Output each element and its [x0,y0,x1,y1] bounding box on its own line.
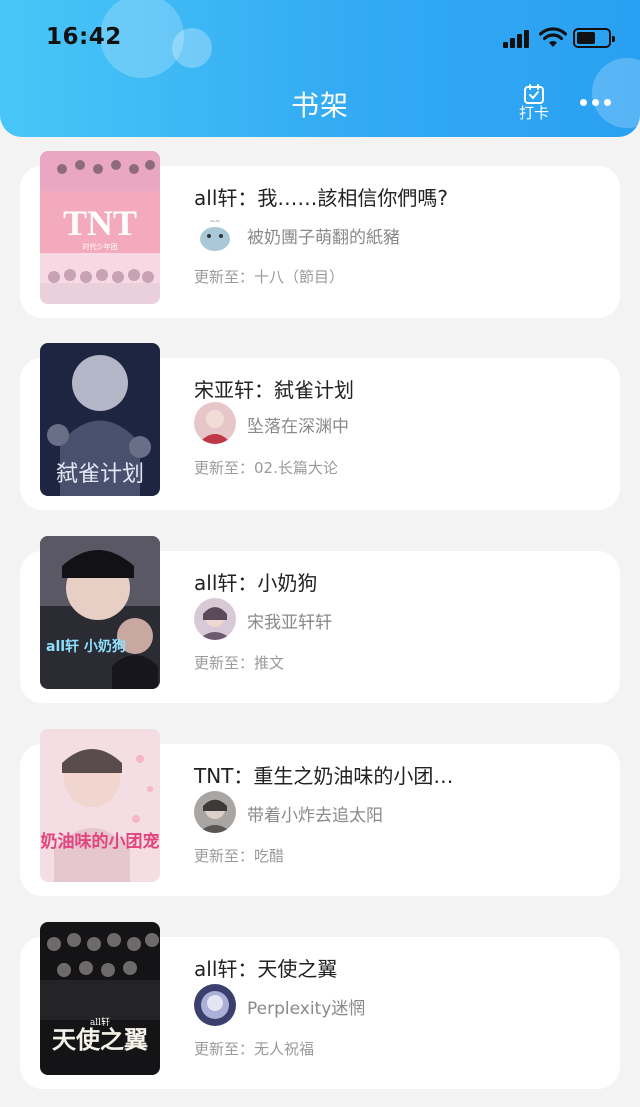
wifi-icon [539,27,567,47]
cover-image: 奶油味的小团宠 [40,729,160,882]
book-title[interactable]: all轩：小奶狗 [194,567,317,596]
author-avatar [194,791,236,833]
decor-bubble [172,28,212,68]
more-dots-icon[interactable] [578,92,614,112]
author-name: 被奶團子萌翻的紙豬 [247,228,400,248]
cover-text: 奶油味的小团宠 [41,831,160,852]
update-prefix: 更新至： [194,459,255,477]
book-cover[interactable]: TNT 时代少年团 [40,151,160,304]
author-name: 坠落在深渊中 [247,417,349,437]
book-cover[interactable]: all轩 天使之翼 [40,922,160,1075]
update-prefix: 更新至： [194,1040,255,1058]
author-avatar [194,598,236,640]
book-title[interactable]: TNT：重生之奶油味的小团… [194,760,453,789]
book-title[interactable]: all轩：我……該相信你們嗎? [194,182,448,211]
update-info: 更新至：十八（節目） [194,266,344,287]
status-time: 16:42 [46,24,122,50]
status-icons [503,26,615,52]
author-avatar [194,402,236,444]
author-name: Perplexity迷惘 [247,999,366,1019]
update-info: 更新至：推文 [194,652,284,673]
update-prefix: 更新至： [194,847,255,865]
book-cover[interactable]: 弑雀计划 [40,343,160,496]
checkin-button[interactable]: 打卡 [510,84,558,124]
signal-icon [503,30,533,48]
book-title[interactable]: all轩：天使之翼 [194,953,337,982]
update-chapter: 02.长篇大论 [254,459,338,477]
book-cover[interactable]: 奶油味的小团宠 [40,729,160,882]
battery-icon [573,28,615,48]
update-chapter: 推文 [254,654,285,672]
update-prefix: 更新至： [194,654,255,672]
cover-text: TNT [63,203,137,243]
cover-image: 弑雀计划 [40,343,160,496]
author-avatar [194,984,236,1026]
calendar-check-icon [524,84,544,104]
author-name: 宋我亚轩轩 [247,613,332,633]
update-info: 更新至：无人祝福 [194,1038,314,1059]
cover-text: 弑雀计划 [56,462,144,487]
book-title[interactable]: 宋亚轩：弑雀计划 [194,374,354,403]
author-name: 带着小炸去追太阳 [247,806,383,826]
cover-image: all轩 天使之翼 [40,922,160,1075]
update-info: 更新至：吃醋 [194,845,284,866]
cover-image: TNT 时代少年团 [40,151,160,304]
cover-image: all轩 小奶狗 [40,536,160,689]
cover-text: all轩 小奶狗 [46,638,126,655]
svg-text:~~: ~~ [210,218,220,225]
cover-text: 天使之翼 [52,1025,148,1054]
cover-subtext: 时代少年团 [83,242,118,251]
update-info: 更新至：02.长篇大论 [194,457,338,478]
book-cover[interactable]: all轩 小奶狗 [40,536,160,689]
author-avatar: ~~ [194,213,236,255]
update-chapter: 十八（節目） [254,268,345,286]
update-prefix: 更新至： [194,268,255,286]
update-chapter: 无人祝福 [254,1040,315,1058]
checkin-label: 打卡 [518,104,549,122]
update-chapter: 吃醋 [254,847,285,865]
app-header: 16:42 书架 打卡 [0,0,640,137]
